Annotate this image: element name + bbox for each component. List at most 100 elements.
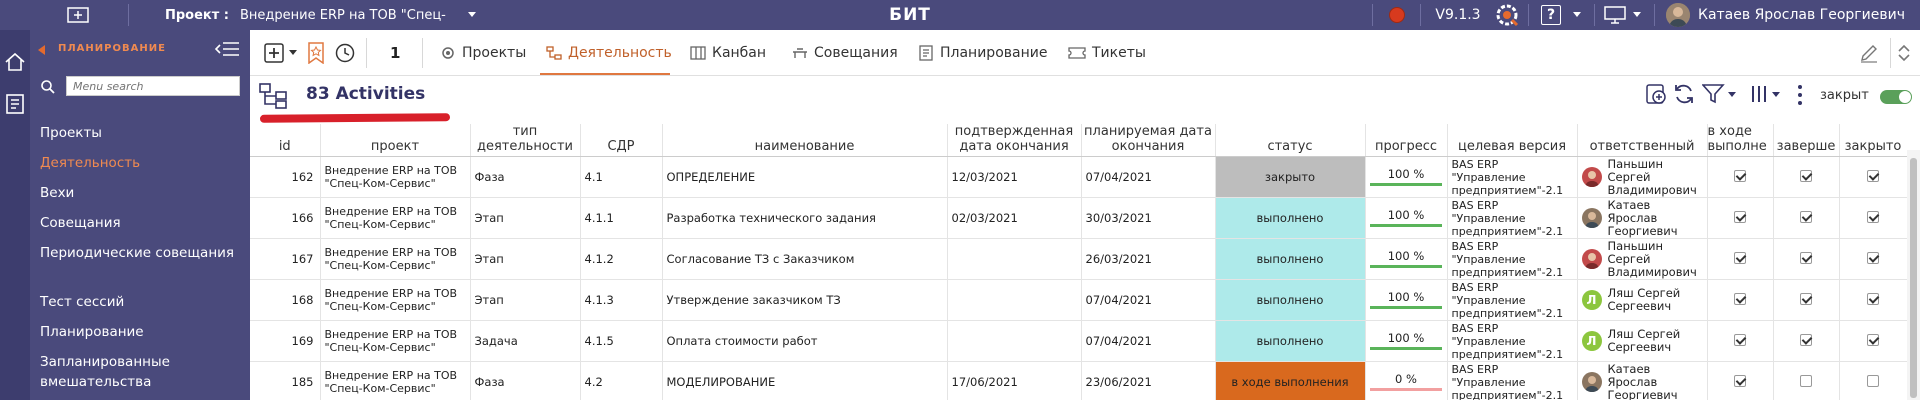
closed-checkbox[interactable] [1867,333,1879,346]
cell-name[interactable]: Утверждение заказчиком ТЗ [662,279,948,321]
add-dropdown-icon[interactable] [288,50,298,56]
status-indicator[interactable] [1382,0,1412,30]
done-checkbox[interactable] [1800,292,1812,305]
more-vertical-icon[interactable] [1796,84,1804,109]
gear-logo-icon[interactable] [1492,0,1522,30]
edit-icon[interactable] [1858,30,1880,76]
project-dropdown-icon[interactable] [466,0,478,30]
cell-name[interactable]: Согласование ТЗ с Заказчиком [662,238,948,280]
col-project[interactable]: проект [320,124,471,157]
sidebar-item-milestones[interactable]: Вехи [40,183,245,203]
table-row[interactable]: 168 Внедрение ERP на ТОВ "Спец-Ком-Сервис… [250,279,1907,321]
sidebar-item-projects[interactable]: Проекты [40,123,245,143]
sidebar-item-meetings[interactable]: Совещания [40,213,245,233]
user-avatar[interactable] [1664,0,1692,30]
responsible-name: Паньшин Сергей Владимирович [1607,238,1697,279]
report-icon[interactable] [3,92,27,116]
cell-name[interactable]: МОДЕЛИРОВАНИЕ [662,361,948,400]
table-row[interactable]: 167 Внедрение ERP на ТОВ "Спец-Ком-Сервис… [250,238,1907,280]
col-type[interactable]: тип деятельности [470,124,581,157]
window-switch-button[interactable] [58,0,98,30]
done-checkbox[interactable] [1800,374,1812,387]
closed-checkbox[interactable] [1867,292,1879,305]
menu-search-input[interactable] [66,76,240,96]
done-checkbox[interactable] [1800,210,1812,223]
help-button[interactable]: ? [1536,0,1566,30]
bookmark-star-icon[interactable] [306,30,326,76]
monitor-dropdown-icon[interactable] [1630,0,1644,30]
sidebar-item-periodic-meetings[interactable]: Периодические совещания [40,243,245,263]
col-confirmed-end[interactable]: подтвержденная дата окончания [947,124,1082,157]
cell-status: в ходе выполнения [1215,361,1366,400]
cell-name[interactable]: ОПРЕДЕЛЕНИЕ [662,156,948,198]
progress-bar [1370,183,1442,186]
col-id[interactable]: id [250,124,321,157]
col-target-version[interactable]: целевая версия [1447,124,1578,157]
col-progress[interactable]: прогресс [1365,124,1448,157]
home-icon[interactable] [3,50,27,74]
table-row[interactable]: 162 Внедрение ERP на ТОВ "Спец-Ком-Сервис… [250,156,1907,198]
page-counter[interactable]: 1 [390,30,400,76]
col-wbs[interactable]: СДР [580,124,663,157]
tab-projects[interactable]: Проекты [440,38,526,68]
sidebar-item-planning[interactable]: Планирование [40,322,245,342]
help-dropdown-icon[interactable] [1570,0,1584,30]
closed-checkbox[interactable] [1867,210,1879,223]
filter-icon[interactable] [1701,84,1736,107]
progress-bar [1370,347,1442,350]
in-progress-checkbox[interactable] [1734,374,1746,387]
closed-checkbox[interactable] [1867,374,1879,387]
in-progress-checkbox[interactable] [1734,169,1746,182]
sidebar-item-planned-interventions[interactable]: Запланированные вмешательства [40,352,245,392]
col-responsible[interactable]: ответственный [1577,124,1708,157]
closed-checkbox[interactable] [1867,251,1879,264]
sidebar-item-activities[interactable]: Деятельность [40,153,245,173]
table-scrollbar[interactable] [1907,150,1920,400]
user-name[interactable]: Катаев Ярослав Георгиевич [1698,0,1905,30]
col-status[interactable]: статус [1215,124,1366,157]
menu-collapse-icon[interactable] [214,40,240,58]
scrollbar-thumb[interactable] [1910,158,1917,398]
add-button[interactable] [264,30,298,76]
cell-done [1773,197,1840,239]
refresh-icon[interactable] [1672,82,1696,109]
sidebar-item-test-sessions[interactable]: Тест сессий [40,292,245,312]
tab-activities[interactable]: Деятельность [546,38,672,68]
monitor-icon[interactable] [1602,0,1628,30]
cell-name[interactable]: Разработка технического задания [662,197,948,239]
col-name[interactable]: наименование [662,124,948,157]
in-progress-checkbox[interactable] [1734,251,1746,264]
done-checkbox[interactable] [1800,169,1812,182]
hierarchy-icon[interactable] [258,82,290,113]
table-row[interactable]: 185 Внедрение ERP на ТОВ "Спец-Ком-Сервис… [250,361,1907,400]
col-in-progress[interactable]: в ходе выполне [1707,124,1774,157]
table-row[interactable]: 166 Внедрение ERP на ТОВ "Спец-Ком-Сервис… [250,197,1907,239]
in-progress-checkbox[interactable] [1734,210,1746,223]
tab-kanban[interactable]: Канбан [690,38,766,68]
in-progress-checkbox[interactable] [1734,333,1746,346]
add-circle-icon[interactable] [1644,82,1668,109]
done-checkbox[interactable] [1800,333,1812,346]
history-icon[interactable] [334,30,356,76]
columns-icon[interactable] [1750,84,1784,107]
collapse-triangle-icon[interactable] [38,45,45,55]
chevron-down-icon [1898,54,1910,62]
col-closed[interactable]: закрыто [1839,124,1907,157]
col-done[interactable]: заверше [1773,124,1840,157]
collapse-toggle[interactable] [1898,30,1910,76]
closed-checkbox[interactable] [1867,169,1879,182]
done-checkbox[interactable] [1800,251,1812,264]
cell-name[interactable]: Оплата стоимости работ [662,320,948,362]
in-progress-checkbox[interactable] [1734,292,1746,305]
tab-tickets[interactable]: Тикеты [1068,38,1146,68]
tab-meetings[interactable]: Совещания [792,38,898,68]
status-badge: закрыто [1215,157,1364,197]
table-row[interactable]: 169 Внедрение ERP на ТОВ "Спец-Ком-Сервис… [250,320,1907,362]
tab-planning[interactable]: Планирование [918,38,1047,68]
status-badge: выполнено [1215,198,1364,238]
cell-in-progress [1707,197,1774,239]
closed-toggle[interactable] [1880,90,1912,104]
col-planned-end[interactable]: планируемая дата окончания [1081,124,1216,157]
cell-progress: 100 % [1365,156,1448,198]
project-selector[interactable]: Внедрение ERP на ТОВ "Спец-Ко [240,0,446,30]
